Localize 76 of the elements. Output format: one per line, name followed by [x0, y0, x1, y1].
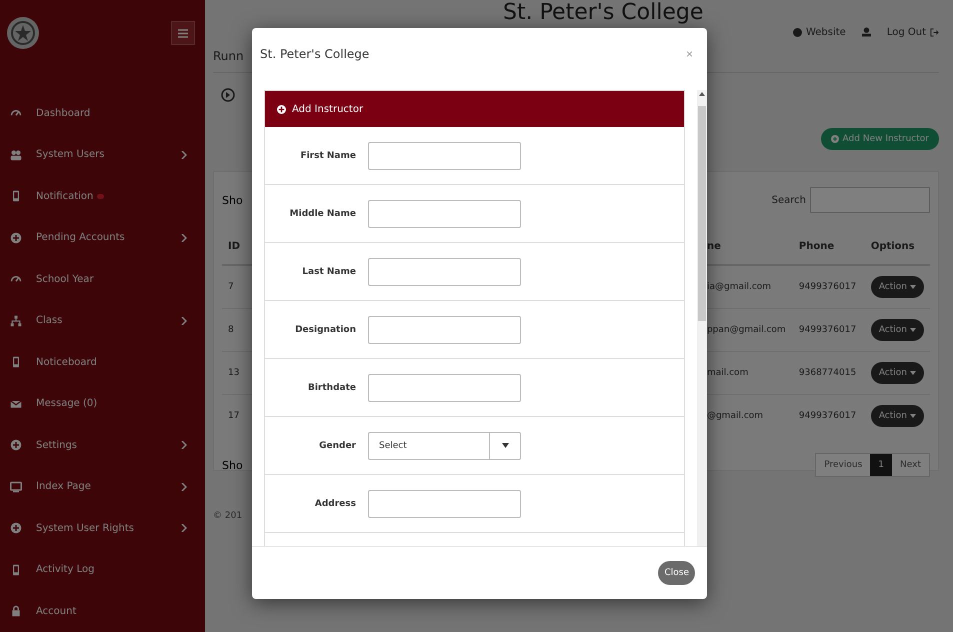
panel-title: Add Instructor	[292, 104, 364, 114]
table-cell: 9499376017	[792, 308, 865, 352]
caret-icon	[910, 285, 916, 289]
user-icon[interactable]	[862, 27, 871, 37]
input-field[interactable]	[368, 142, 521, 170]
scrollbar[interactable]	[697, 90, 707, 546]
logout-link[interactable]: Log Out	[886, 26, 939, 38]
sidebar-item[interactable]: Settings	[0, 424, 205, 466]
showing-entries-label: Sho	[222, 458, 243, 472]
table-cell: 9368774015	[792, 352, 865, 394]
college-seal-icon	[6, 16, 40, 50]
sidebar-item[interactable]: School Year	[0, 258, 205, 300]
menu-icon	[10, 190, 22, 202]
action-dropdown-button[interactable]: Action	[870, 405, 924, 427]
sidebar-item[interactable]: Account	[0, 590, 205, 632]
plus-circle-icon	[277, 104, 286, 114]
field-label: Address	[314, 498, 357, 508]
field-label: Birthdate	[306, 382, 357, 392]
page-button[interactable]: Previous	[816, 454, 870, 476]
plus-circle-icon	[830, 135, 839, 143]
sidebar-item[interactable]: Dashboard	[0, 92, 205, 134]
page-title: St. Peter's College	[503, 0, 704, 25]
page-button[interactable]: 1	[870, 454, 892, 476]
search-field[interactable]	[810, 187, 930, 213]
caret-icon	[910, 371, 916, 375]
scroll-up-icon[interactable]	[699, 92, 705, 96]
field-label: Gender	[318, 440, 357, 450]
sidebar-item[interactable]: Pending Accounts	[0, 217, 205, 258]
select-field[interactable]: Select	[368, 432, 521, 460]
table-cell: 9499376017	[792, 394, 865, 437]
sidebar-item[interactable]: Noticeboard	[0, 342, 205, 383]
add-instructor-button[interactable]: Add New Instructor	[820, 128, 939, 150]
sidebar-item[interactable]: System User Rights	[0, 508, 205, 549]
close-button[interactable]: Close	[658, 561, 695, 585]
copyright-text: © 201	[213, 511, 244, 521]
field-label: Designation	[294, 324, 357, 334]
field-label: Middle Name	[288, 208, 357, 218]
menu-icon	[10, 356, 22, 368]
breadcrumb: Runn	[213, 49, 244, 63]
menu-icon	[10, 232, 22, 244]
action-dropdown-button[interactable]: Action	[870, 276, 924, 298]
caret-icon	[502, 443, 508, 448]
column-header[interactable]: Phone	[792, 228, 865, 265]
menu-icon	[10, 314, 22, 327]
menu-icon	[10, 605, 22, 618]
sidebar-item[interactable]: Message (0)	[0, 383, 205, 424]
caret-icon	[910, 414, 916, 418]
menu-icon	[10, 564, 22, 576]
caret-icon	[910, 328, 916, 332]
input-field[interactable]	[368, 316, 521, 344]
table-cell: 9499376017	[792, 265, 865, 308]
show-entries-label: Sho	[222, 194, 243, 206]
sidebar-item[interactable]: Index Page	[0, 466, 205, 508]
action-dropdown-button[interactable]: Action	[870, 362, 924, 384]
input-field[interactable]	[368, 490, 521, 518]
field-label: First Name	[299, 150, 357, 160]
menu-toggle-icon[interactable]	[171, 21, 195, 46]
menu-icon	[10, 148, 22, 161]
page-button[interactable]: Next	[892, 454, 929, 476]
modal-title: St. Peter's College	[260, 47, 370, 61]
column-header: Options	[864, 228, 930, 265]
menu-icon	[10, 439, 22, 452]
sidebar-item[interactable]: Notification	[0, 176, 205, 217]
logout-icon	[930, 28, 939, 36]
sidebar-item[interactable]: Activity Log	[0, 549, 205, 590]
action-dropdown-button[interactable]: Action	[870, 319, 924, 341]
field-label: Last Name	[301, 266, 357, 276]
input-field[interactable]	[368, 374, 521, 402]
menu-icon	[10, 480, 22, 493]
sidebar-item[interactable]: Class	[0, 300, 205, 342]
input-field[interactable]	[368, 258, 521, 286]
sidebar-item[interactable]: System Users	[0, 134, 205, 176]
menu-icon	[10, 522, 22, 534]
input-field[interactable]	[368, 200, 521, 228]
website-link[interactable]: Website	[792, 26, 846, 38]
search-label: Search	[772, 194, 806, 206]
